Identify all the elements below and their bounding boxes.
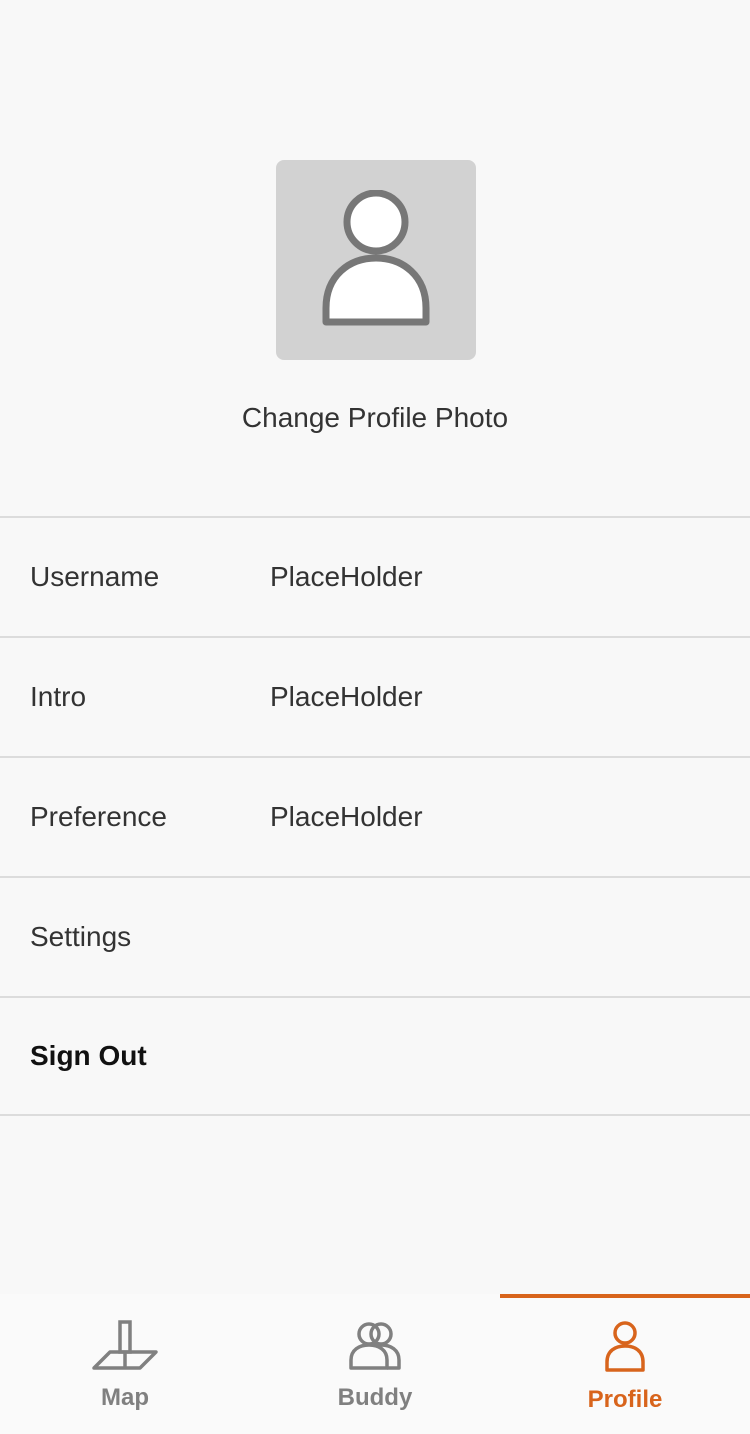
sign-out-label: Sign Out	[30, 1040, 147, 1071]
username-row[interactable]: Username PlaceHolder	[0, 518, 750, 638]
buddy-icon	[349, 1322, 401, 1370]
intro-value: PlaceHolder	[270, 681, 423, 712]
preference-label: Preference	[30, 801, 167, 832]
sign-out-button[interactable]: Sign Out	[0, 998, 750, 1116]
settings-row[interactable]: Settings	[0, 878, 750, 998]
profile-fields-list: Username PlaceHolder Intro PlaceHolder P…	[0, 516, 750, 1116]
tab-profile-label: Profile	[587, 1386, 663, 1413]
profile-screen: Change Profile Photo Username PlaceHolde…	[0, 0, 750, 1434]
profile-photo[interactable]	[276, 160, 476, 360]
change-profile-photo-link[interactable]: Change Profile Photo	[0, 398, 750, 438]
username-label: Username	[30, 561, 160, 592]
tab-profile[interactable]: Profile	[500, 1294, 750, 1434]
profile-icon	[605, 1321, 645, 1372]
tab-buddy-label: Buddy	[337, 1384, 413, 1411]
tab-map[interactable]: Map	[0, 1294, 250, 1434]
tab-buddy[interactable]: Buddy	[250, 1294, 500, 1434]
preference-value: PlaceHolder	[270, 801, 423, 832]
intro-row[interactable]: Intro PlaceHolder	[0, 638, 750, 758]
username-value: PlaceHolder	[270, 561, 423, 592]
map-pin-icon	[92, 1320, 158, 1370]
bottom-tab-bar: Map Buddy Profile	[0, 1294, 750, 1434]
person-placeholder-icon	[322, 190, 430, 326]
tab-map-label: Map	[101, 1384, 149, 1411]
settings-label: Settings	[30, 921, 132, 952]
intro-label: Intro	[30, 681, 87, 712]
active-tab-indicator	[500, 1294, 750, 1298]
preference-row[interactable]: Preference PlaceHolder	[0, 758, 750, 878]
